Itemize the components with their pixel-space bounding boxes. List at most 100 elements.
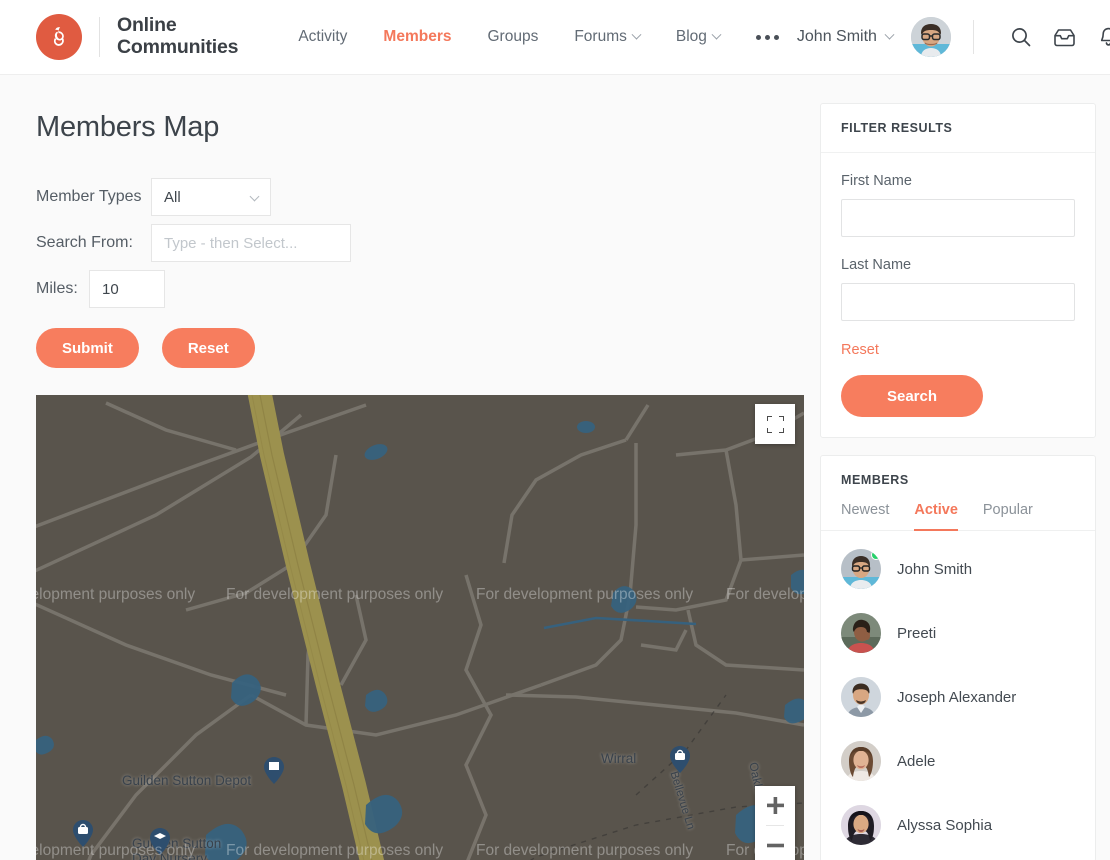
list-item[interactable]: Preeti: [841, 601, 1075, 665]
list-item[interactable]: Alyssa Sophia: [841, 793, 1075, 857]
last-name-label: Last Name: [841, 257, 912, 273]
chevron-down-icon: [711, 29, 722, 40]
online-status-indicator: [871, 550, 881, 560]
list-item[interactable]: Joseph Alexander: [841, 665, 1075, 729]
members-tabs: Newest Active Popular: [821, 498, 1095, 531]
members-title: MEMBERS: [841, 473, 909, 487]
member-types-label: Member Types: [36, 188, 142, 205]
form-row-member-types: Member Types All: [36, 178, 802, 216]
chevron-down-icon: [884, 29, 895, 40]
form-buttons: Submit Reset: [36, 328, 802, 368]
search-button[interactable]: [1002, 18, 1040, 56]
members-card: MEMBERS Newest Active Popular John Smith…: [820, 455, 1096, 860]
avatar: [841, 741, 881, 781]
map-canvas: [36, 395, 804, 860]
nav-item-activity[interactable]: Activity: [280, 28, 365, 46]
filter-search-button[interactable]: Search: [841, 375, 983, 417]
primary-nav: Activity Members Groups Forums Blog: [280, 28, 797, 46]
avatar[interactable]: [910, 17, 951, 57]
avatar: [841, 613, 881, 653]
member-types-select-wrap: All: [151, 178, 271, 216]
main-content: Members Map Member Types All Search From…: [0, 75, 804, 860]
brand-name-line2: Communities: [117, 36, 239, 58]
nav-item-more[interactable]: [738, 34, 797, 40]
nav-item-groups[interactable]: Groups: [469, 28, 556, 46]
avatar: [841, 549, 881, 589]
map-zoom-out-button[interactable]: [755, 826, 795, 860]
member-name: John Smith: [897, 560, 973, 578]
map-zoom-in-button[interactable]: [755, 786, 795, 825]
avatar-image: [841, 613, 881, 653]
page-body: Members Map Member Types All Search From…: [0, 75, 1110, 860]
search-icon: [1012, 28, 1031, 47]
filter-search-wrap: Search: [841, 375, 1075, 417]
filter-reset-link[interactable]: Reset: [841, 342, 879, 358]
tab-active[interactable]: Active: [914, 498, 958, 531]
nav-item-members[interactable]: Members: [365, 28, 469, 46]
members-map[interactable]: Guilden Sutton Depot Guilden Sutton Day …: [36, 395, 804, 860]
brand-divider: [99, 17, 100, 57]
avatar: [841, 805, 881, 845]
search-from-input[interactable]: [151, 224, 351, 262]
nav-label: Activity: [298, 28, 348, 45]
avatar-image: [841, 805, 881, 845]
last-name-input[interactable]: [841, 283, 1075, 321]
list-item[interactable]: Adele: [841, 729, 1075, 793]
reset-button[interactable]: Reset: [161, 328, 255, 368]
brand-name: Online Communities: [117, 14, 239, 59]
nav-label: Groups: [487, 28, 539, 45]
nav-item-blog[interactable]: Blog: [658, 28, 738, 46]
brand-logo[interactable]: Online Communities: [36, 14, 239, 60]
member-types-value: All: [164, 188, 181, 206]
first-name-label: First Name: [841, 173, 912, 189]
first-name-input[interactable]: [841, 199, 1075, 237]
buddypress-logo-icon: [36, 14, 82, 60]
minus-icon: [766, 843, 784, 848]
nav-item-forums[interactable]: Forums: [556, 28, 658, 46]
search-from-label: Search From:: [36, 234, 133, 251]
user-menu-label: John Smith: [796, 28, 877, 45]
fullscreen-icon: [766, 415, 784, 433]
filter-results-body: First Name Last Name Reset Search: [821, 153, 1095, 437]
nav-label: Forums: [574, 28, 627, 45]
bell-icon: [1101, 27, 1110, 46]
notifications-button[interactable]: 2: [1090, 17, 1110, 56]
page-title: Members Map: [36, 111, 220, 143]
chevron-down-icon: [631, 29, 642, 40]
tab-newest[interactable]: Newest: [841, 498, 889, 531]
plus-icon: [766, 797, 784, 814]
site-header: Online Communities Activity Members Grou…: [0, 0, 1110, 75]
brand-name-line1: Online: [117, 14, 177, 37]
user-menu[interactable]: John Smith: [796, 28, 895, 46]
miles-input[interactable]: [89, 270, 165, 308]
filter-results-title: FILTER RESULTS: [821, 104, 1095, 153]
avatar-image: [841, 741, 881, 781]
form-row-miles: Miles:: [36, 270, 802, 308]
member-name: Preeti: [897, 624, 937, 642]
avatar-image: [841, 677, 881, 717]
map-zoom-controls: [755, 786, 795, 860]
list-item[interactable]: John Smith: [841, 537, 1075, 601]
avatar: [841, 677, 881, 717]
map-fullscreen-button[interactable]: [755, 404, 795, 444]
ellipsis-icon: [764, 34, 770, 40]
inbox-button[interactable]: [1046, 18, 1084, 56]
member-name: Alyssa Sophia: [897, 816, 993, 834]
tab-popular[interactable]: Popular: [983, 498, 1033, 531]
form-row-search-from: Search From:: [36, 224, 802, 262]
ellipsis-icon: [773, 34, 779, 40]
miles-label: Miles:: [36, 280, 78, 297]
nav-label: Members: [383, 28, 452, 45]
members-list: John Smith Preeti Joseph Alexander Adele…: [821, 531, 1095, 860]
header-divider: [972, 20, 974, 54]
inbox-icon: [1054, 28, 1076, 46]
ellipsis-icon: [755, 34, 761, 40]
members-map-form: Member Types All Search From: Miles: Sub…: [36, 178, 802, 368]
submit-button[interactable]: Submit: [36, 328, 139, 368]
nav-label: Blog: [675, 28, 707, 45]
filter-results-card: FILTER RESULTS First Name Last Name Rese…: [820, 103, 1096, 438]
member-name: Adele: [897, 752, 936, 770]
sidebar: FILTER RESULTS First Name Last Name Rese…: [802, 75, 1096, 860]
avatar-image: [910, 17, 951, 57]
member-name: Joseph Alexander: [897, 688, 1017, 706]
